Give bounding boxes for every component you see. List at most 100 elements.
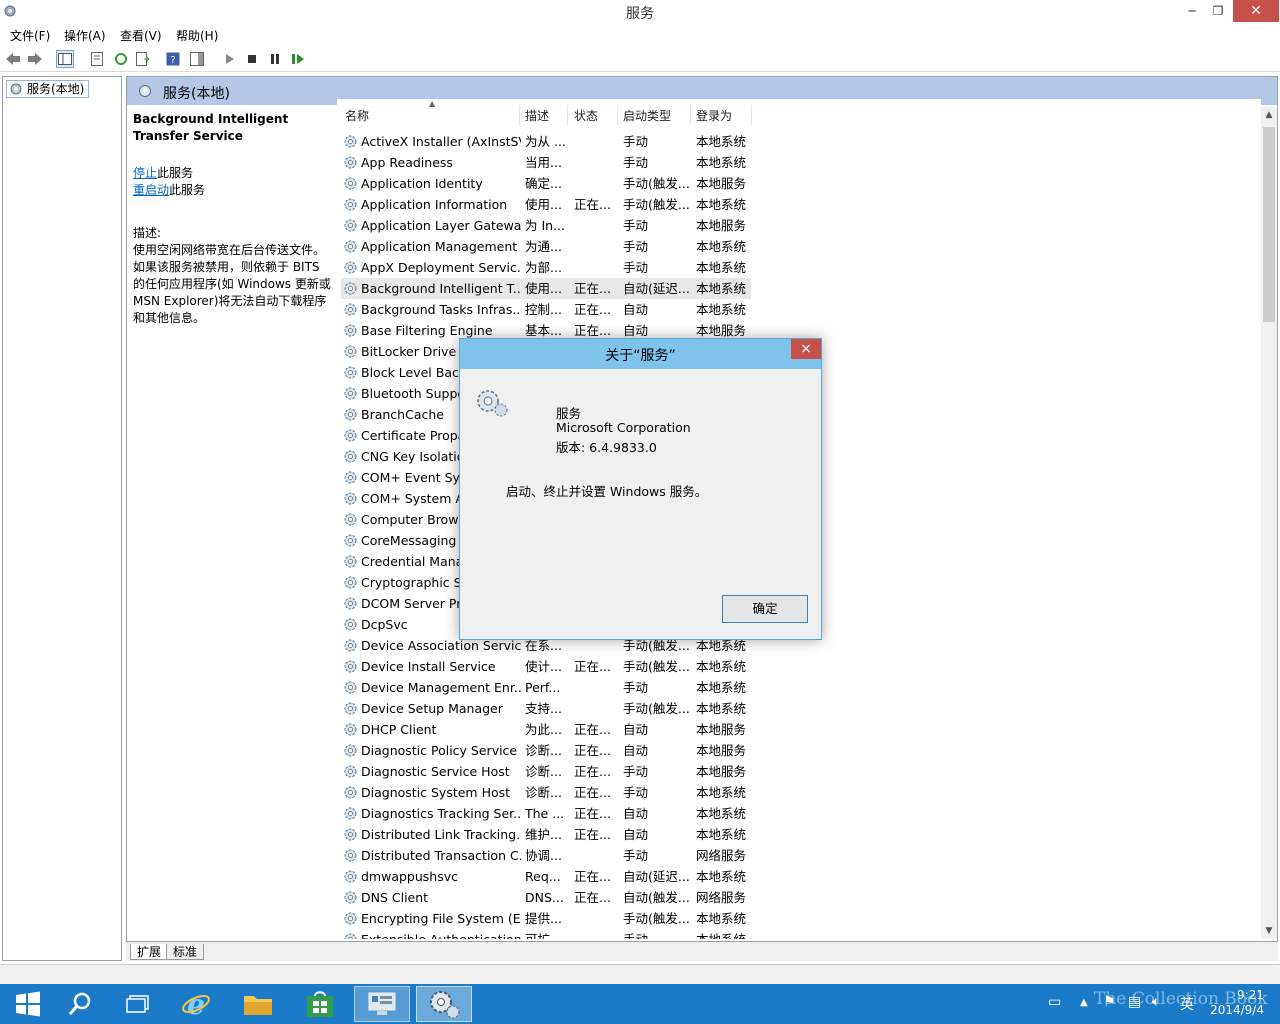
service-gear-icon <box>344 135 357 148</box>
tab-standard[interactable]: 标准 <box>166 944 205 960</box>
scroll-down-arrow-icon[interactable]: ▼ <box>1261 923 1277 939</box>
keyboard-icon[interactable]: ▭ <box>1048 994 1061 1010</box>
service-status: 正在... <box>574 764 611 779</box>
action-center-flag-icon[interactable]: ⚑ <box>1103 994 1116 1010</box>
service-startup-type: 手动(触发... <box>623 701 690 716</box>
service-gear-icon <box>344 639 357 652</box>
table-row[interactable]: Distributed Link Tracking... 维护... 正在... 自动… <box>341 824 751 845</box>
table-row[interactable]: dmwappushsvc Req... 正在... 自动(延迟... 本地系统 <box>341 866 751 887</box>
restart-service-icon[interactable] <box>289 50 307 68</box>
service-description: DNS... <box>525 890 564 905</box>
table-row[interactable]: Device Setup Manager 支持... 手动(触发... 本地系统 <box>341 698 751 719</box>
table-row[interactable]: Device Install Service 使计... 正在... 手动(触发...… <box>341 656 751 677</box>
start-button[interactable] <box>0 986 56 1022</box>
table-row[interactable]: Diagnostic Service Host 诊断... 正在... 手动 本地服务 <box>341 761 751 782</box>
taskbar-services[interactable] <box>416 986 472 1022</box>
properties-icon[interactable] <box>88 50 106 68</box>
service-description: 为从 ... <box>525 134 566 149</box>
table-row[interactable]: Application Identity 确定... 手动(触发... 本地服务 <box>341 173 751 194</box>
forward-arrow-icon[interactable] <box>26 50 44 68</box>
service-description: 使计... <box>525 659 562 674</box>
service-startup-type: 手动(触发... <box>623 176 690 191</box>
table-row[interactable]: Application Information 使用... 正在... 手动(触发..… <box>341 194 751 215</box>
column-header-startup-type[interactable]: 启动类型 <box>623 107 671 124</box>
start-service-icon[interactable] <box>220 50 238 68</box>
refresh-icon[interactable] <box>112 50 130 68</box>
menu-action[interactable]: 操作(A) <box>64 27 106 44</box>
pause-service-icon[interactable] <box>266 50 284 68</box>
table-row[interactable]: Device Management Enr... Perf... 手动 本地系统 <box>341 677 751 698</box>
dialog-titlebar[interactable]: 关于“服务” × <box>460 339 821 369</box>
column-header-logon-as[interactable]: 登录为 <box>696 107 732 124</box>
service-gear-icon <box>344 576 357 589</box>
ok-button[interactable]: 确定 <box>722 595 808 623</box>
service-name: DHCP Client <box>361 722 437 737</box>
back-arrow-icon[interactable] <box>4 50 22 68</box>
service-gear-icon <box>344 366 357 379</box>
service-startup-type: 自动(延迟... <box>623 281 690 296</box>
table-row[interactable]: Background Intelligent T... 使用... 正在... 自动(… <box>341 278 751 299</box>
service-startup-type: 手动(触发... <box>623 911 690 926</box>
tree-item-services-local[interactable]: 服务(本地) <box>6 80 90 98</box>
system-clock[interactable]: 9:21 2014/9/4 <box>1200 988 1264 1018</box>
window-titlebar[interactable]: 服务 ─ ❐ ✕ <box>0 0 1280 24</box>
table-row[interactable]: Application Layer Gatewa... 为 In... 手动 本地服务 <box>341 215 751 236</box>
table-row[interactable]: Application Management 为通... 手动 本地系统 <box>341 236 751 257</box>
export-list-icon[interactable] <box>134 50 152 68</box>
table-row[interactable]: ActiveX Installer (AxInstSV) 为从 ... 手动 本地系统 <box>341 131 751 152</box>
stop-service-link[interactable]: 停止 <box>133 166 157 180</box>
table-row[interactable]: Diagnostics Tracking Ser... The ... 正在... 自… <box>341 803 751 824</box>
taskbar-file-explorer[interactable] <box>230 986 286 1022</box>
column-header-name[interactable]: 名称 <box>345 107 369 124</box>
show-hidden-icons-icon[interactable]: ▲ <box>1080 997 1088 1008</box>
service-gear-icon <box>344 177 357 190</box>
table-row[interactable]: Distributed Transaction C... 协调... 手动 网络服务 <box>341 845 751 866</box>
vertical-scrollbar[interactable]: ▲ ▼ <box>1261 107 1277 939</box>
menu-view[interactable]: 查看(V) <box>120 27 162 44</box>
service-status: 正在... <box>574 785 611 800</box>
column-header-description[interactable]: 描述 <box>525 107 549 124</box>
volume-icon[interactable]: 🔈︎ <box>1152 994 1160 1010</box>
menu-help[interactable]: 帮助(H) <box>176 27 218 44</box>
ime-indicator[interactable]: 英 <box>1180 994 1194 1014</box>
task-view-button[interactable] <box>110 986 166 1022</box>
taskbar-server-manager[interactable] <box>354 986 410 1022</box>
service-description: 协调... <box>525 848 562 863</box>
search-button[interactable] <box>52 986 108 1022</box>
service-name: Application Layer Gatewa... <box>361 218 521 233</box>
scroll-up-arrow-icon[interactable]: ▲ <box>1261 107 1277 123</box>
dialog-description: 启动、终止并设置 Windows 服务。 <box>506 484 708 499</box>
table-row[interactable]: Diagnostic Policy Service 诊断... 正在... 自动 本地服… <box>341 740 751 761</box>
minimize-button[interactable]: ─ <box>1180 0 1204 22</box>
service-gear-icon <box>344 723 357 736</box>
console-tree-icon[interactable] <box>56 50 74 68</box>
dialog-close-button[interactable]: × <box>791 339 821 359</box>
restart-service-link[interactable]: 重启动 <box>133 183 169 197</box>
table-row[interactable]: App Readiness 当用... 手动 本地系统 <box>341 152 751 173</box>
column-header-status[interactable]: 状态 <box>574 107 598 124</box>
table-row[interactable]: Diagnostic System Host 诊断... 正在... 手动 本地系统 <box>341 782 751 803</box>
close-button[interactable]: ✕ <box>1233 0 1279 22</box>
restore-button[interactable]: ❐ <box>1206 0 1230 22</box>
table-row[interactable]: DNS Client DNS... 正在... 自动(触发... 网络服务 <box>341 887 751 908</box>
store-icon <box>307 991 333 1017</box>
menu-bar: 文件(F) 操作(A) 查看(V) 帮助(H) <box>0 24 1280 46</box>
table-row[interactable]: DHCP Client 为此... 正在... 自动 本地服务 <box>341 719 751 740</box>
table-row[interactable]: Background Tasks Infras... 控制... 正在... 自动 本地… <box>341 299 751 320</box>
tab-extended[interactable]: 扩展 <box>130 944 169 960</box>
taskbar-store[interactable] <box>292 986 348 1022</box>
scrollbar-thumb[interactable] <box>1263 127 1275 322</box>
service-gear-icon <box>344 471 357 484</box>
service-startup-type: 手动(触发... <box>623 197 690 212</box>
stop-service-icon[interactable] <box>243 50 261 68</box>
table-row[interactable]: Encrypting File System (E... 提供... 手动(触发..… <box>341 908 751 929</box>
table-row[interactable]: Extensible Authentication...可扩...手动本地系统 <box>341 929 751 939</box>
show-hide-action-pane-icon[interactable] <box>188 50 206 68</box>
table-row[interactable]: AppX Deployment Servic... 为部... 手动 本地系统 <box>341 257 751 278</box>
menu-file[interactable]: 文件(F) <box>10 27 50 44</box>
tree-item-label: 服务(本地) <box>27 82 85 96</box>
network-icon[interactable]: ▤ <box>1128 994 1141 1010</box>
help-icon[interactable]: ? <box>164 50 182 68</box>
services-gear-icon <box>477 390 508 417</box>
taskbar-internet-explorer[interactable]: e <box>168 986 224 1022</box>
